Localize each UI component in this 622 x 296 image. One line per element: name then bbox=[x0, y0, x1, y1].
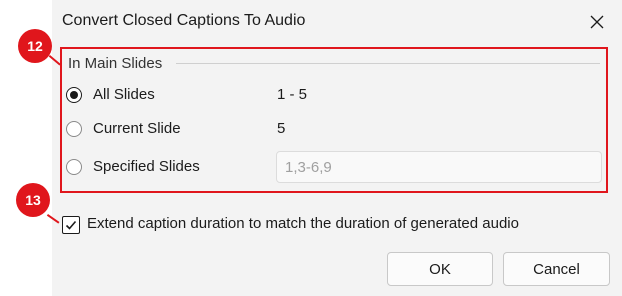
radio-label: Current Slide bbox=[93, 120, 181, 137]
group-label: In Main Slides bbox=[68, 55, 163, 72]
callout-badge-13: 13 bbox=[16, 183, 50, 217]
extend-caption-label: Extend caption duration to match the dur… bbox=[87, 215, 519, 232]
radio-specified-slides[interactable]: Specified Slides bbox=[66, 156, 256, 180]
close-button[interactable] bbox=[584, 9, 610, 35]
dialog-title: Convert Closed Captions To Audio bbox=[62, 12, 306, 29]
extend-caption-checkbox[interactable] bbox=[62, 216, 80, 234]
radio-current-slide[interactable]: Current Slide bbox=[66, 118, 256, 142]
close-icon bbox=[590, 15, 604, 29]
cancel-button[interactable]: Cancel bbox=[503, 252, 610, 286]
radio-button[interactable] bbox=[66, 87, 82, 103]
radio-button[interactable] bbox=[66, 159, 82, 175]
current-slide-value: 5 bbox=[277, 120, 286, 137]
radio-label: Specified Slides bbox=[93, 158, 200, 175]
all-slides-value: 1 - 5 bbox=[277, 86, 308, 103]
callout-badge-12: 12 bbox=[18, 29, 52, 63]
extend-caption-option[interactable]: Extend caption duration to match the dur… bbox=[62, 214, 582, 236]
ok-button[interactable]: OK bbox=[387, 252, 493, 286]
checkmark-icon bbox=[65, 220, 77, 230]
group-divider bbox=[176, 63, 600, 64]
radio-all-slides[interactable]: All Slides bbox=[66, 84, 256, 108]
radio-label: All Slides bbox=[93, 86, 155, 103]
radio-button[interactable] bbox=[66, 121, 82, 137]
specified-slides-input[interactable] bbox=[276, 151, 602, 183]
